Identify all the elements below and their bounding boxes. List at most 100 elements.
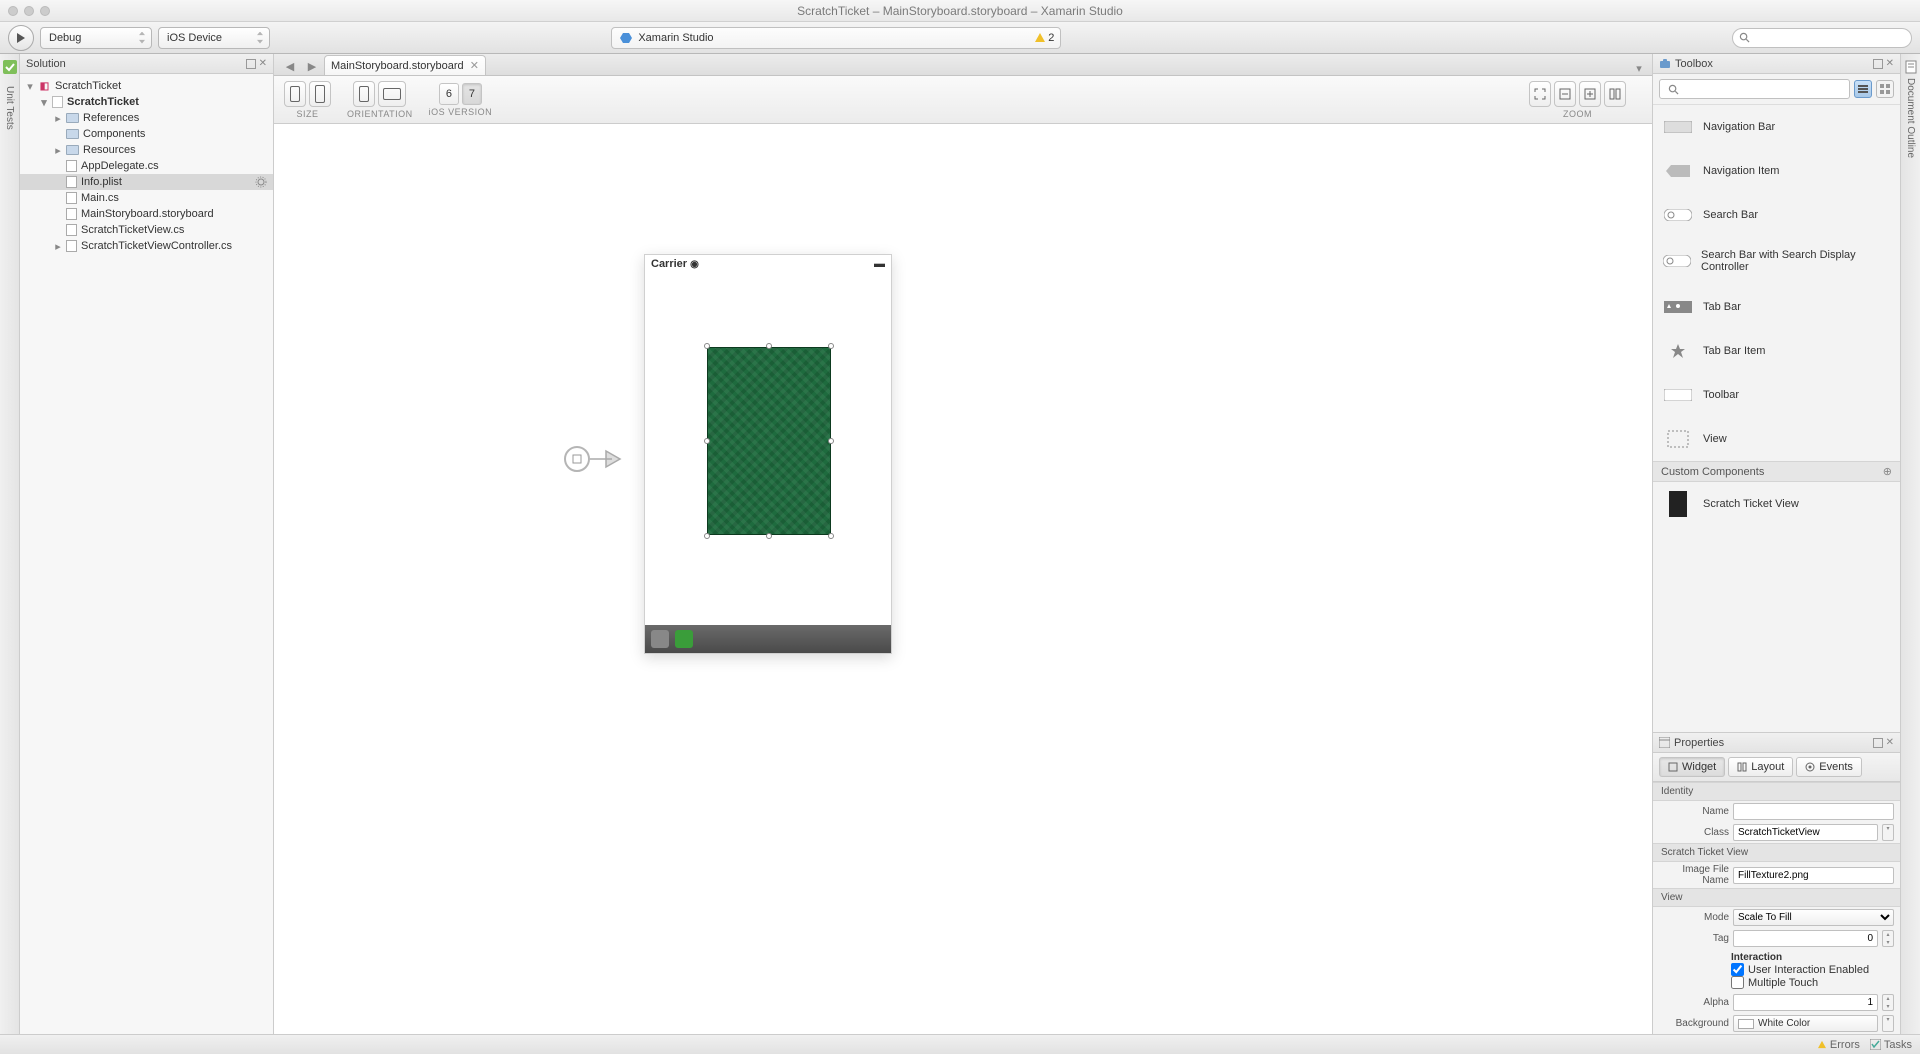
toolbox-item-searchbar-controller[interactable]: Search Bar with Search Display Controlle… (1653, 237, 1900, 285)
toolbox-item-scratchticket[interactable]: Scratch Ticket View (1653, 482, 1900, 526)
configuration-selector[interactable]: Debug (40, 27, 152, 49)
components-folder[interactable]: Components (20, 126, 273, 142)
ios7-button[interactable]: 7 (462, 83, 482, 105)
gear-icon[interactable] (255, 176, 267, 188)
nav-back-button[interactable]: ◀ (281, 57, 299, 75)
project-node[interactable]: ▾ ScratchTicket (20, 94, 273, 110)
size-group: SIZE (284, 81, 331, 119)
resize-handle-sw[interactable] (704, 533, 710, 539)
alpha-input[interactable] (1733, 994, 1878, 1011)
toolbox-item-view[interactable]: View (1653, 417, 1900, 461)
warning-icon (1818, 1041, 1826, 1048)
zoom-out-button[interactable] (1554, 81, 1576, 107)
device-frame[interactable]: Carrier ◉ ▬ (644, 254, 892, 654)
zoom-in-button[interactable] (1579, 81, 1601, 107)
properties-header: Properties ✕ (1653, 733, 1900, 753)
file-label: ScratchTicketView.cs (81, 224, 184, 236)
panel-dock-icon[interactable] (246, 59, 256, 69)
file-storyboard[interactable]: MainStoryboard.storyboard (20, 206, 273, 222)
fit-button[interactable] (1529, 81, 1551, 107)
tab-storyboard[interactable]: MainStoryboard.storyboard ✕ (324, 55, 486, 75)
nav-forward-button[interactable]: ▶ (303, 57, 321, 75)
mode-select[interactable]: Scale To Fill (1733, 909, 1894, 926)
class-dropdown-button[interactable]: ▾ (1882, 824, 1894, 841)
prop-tag-row: Tag ▴▾ (1653, 928, 1900, 949)
device-selector[interactable]: iOS Device (158, 27, 270, 49)
resize-handle-se[interactable] (828, 533, 834, 539)
tab-close-icon[interactable]: ✕ (470, 59, 479, 72)
grid-view-button[interactable] (1876, 80, 1894, 98)
resize-handle-e[interactable] (828, 438, 834, 444)
zoom-actual-button[interactable] (1604, 81, 1626, 107)
solution-node[interactable]: ▾ ◧ ScratchTicket (20, 78, 273, 94)
panel-dock-icon[interactable] (1873, 59, 1883, 69)
toolbox-item-navitem[interactable]: Navigation Item (1653, 149, 1900, 193)
resize-handle-s[interactable] (766, 533, 772, 539)
panel-close-icon[interactable]: ✕ (259, 58, 267, 69)
project-label: ScratchTicket (67, 96, 139, 108)
alpha-stepper[interactable]: ▴▾ (1882, 994, 1894, 1011)
panel-close-icon[interactable]: ✕ (1886, 58, 1894, 69)
document-outline-tab[interactable]: Document Outline (1905, 78, 1916, 158)
references-folder[interactable]: ▸ References (20, 110, 273, 126)
toolbox-item-navbar[interactable]: Navigation Bar (1653, 105, 1900, 149)
imagefile-input[interactable] (1733, 867, 1894, 884)
toolbox-item-searchbar[interactable]: Search Bar (1653, 193, 1900, 237)
toolbox-item-tabbar[interactable]: Tab Bar (1653, 285, 1900, 329)
toolbox-item-tabbaritem[interactable]: Tab Bar Item (1653, 329, 1900, 373)
resources-folder[interactable]: ▸ Resources (20, 142, 273, 158)
document-outline-icon[interactable] (1904, 60, 1918, 74)
tag-stepper[interactable]: ▴▾ (1882, 930, 1894, 947)
multiple-touch-checkbox[interactable] (1731, 976, 1744, 989)
panel-close-icon[interactable]: ✕ (1886, 737, 1894, 748)
resize-handle-nw[interactable] (704, 343, 710, 349)
unit-tests-icon[interactable] (3, 60, 17, 74)
resize-handle-ne[interactable] (828, 343, 834, 349)
size-phone-tall-button[interactable] (309, 81, 331, 107)
toolbox-item-label: Search Bar (1703, 209, 1758, 221)
toolbox-item-toolbar[interactable]: Toolbar (1653, 373, 1900, 417)
prop-alpha-row: Alpha ▴▾ (1653, 992, 1900, 1013)
scratch-ticket-view-instance[interactable] (707, 347, 831, 535)
landscape-button[interactable] (378, 81, 406, 107)
class-input[interactable] (1733, 824, 1878, 841)
file-appdelegate[interactable]: AppDelegate.cs (20, 158, 273, 174)
color-swatch[interactable] (1738, 1019, 1754, 1029)
firstresponder-icon[interactable] (651, 630, 669, 648)
unit-tests-tab[interactable]: Unit Tests (4, 86, 15, 130)
file-scratchticketview[interactable]: ScratchTicketView.cs (20, 222, 273, 238)
toolbox-item-label: Navigation Item (1703, 165, 1779, 177)
file-viewcontroller[interactable]: ▸ ScratchTicketViewController.cs (20, 238, 273, 254)
file-main[interactable]: Main.cs (20, 190, 273, 206)
portrait-button[interactable] (353, 81, 375, 107)
user-interaction-checkbox[interactable] (1731, 963, 1744, 976)
tag-input[interactable] (1733, 930, 1878, 947)
initial-view-controller-indicator[interactable] (564, 446, 624, 472)
name-input[interactable] (1733, 803, 1894, 820)
ios6-button[interactable]: 6 (439, 83, 459, 105)
folder-icon (66, 145, 79, 155)
size-phone-button[interactable] (284, 81, 306, 107)
tab-overflow-button[interactable]: ▾ (1632, 62, 1646, 75)
global-search[interactable] (1732, 28, 1912, 48)
panel-dock-icon[interactable] (1873, 738, 1883, 748)
errors-pad-button[interactable]: Errors (1817, 1039, 1860, 1051)
file-infoplist[interactable]: Info.plist (20, 174, 273, 190)
tasks-pad-button[interactable]: Tasks (1870, 1039, 1912, 1051)
resize-handle-n[interactable] (766, 343, 772, 349)
editor-area: ◀ ▶ MainStoryboard.storyboard ✕ ▾ SIZE (274, 54, 1652, 1034)
tasks-icon (1870, 1039, 1881, 1050)
warning-indicator[interactable]: 2 (1035, 32, 1054, 44)
add-component-icon[interactable]: ⊕ (1883, 465, 1892, 478)
background-dropdown[interactable]: ▾ (1882, 1015, 1894, 1032)
toolbox-search-input[interactable] (1659, 79, 1850, 99)
resize-handle-w[interactable] (704, 438, 710, 444)
list-view-button[interactable] (1854, 80, 1872, 98)
tab-events[interactable]: Events (1796, 757, 1862, 777)
solution-header: Solution ✕ (20, 54, 273, 74)
tab-layout[interactable]: Layout (1728, 757, 1793, 777)
run-button[interactable] (8, 25, 34, 51)
tab-widget[interactable]: Widget (1659, 757, 1725, 777)
exit-icon[interactable] (675, 630, 693, 648)
design-canvas[interactable]: Carrier ◉ ▬ (274, 124, 1652, 1034)
